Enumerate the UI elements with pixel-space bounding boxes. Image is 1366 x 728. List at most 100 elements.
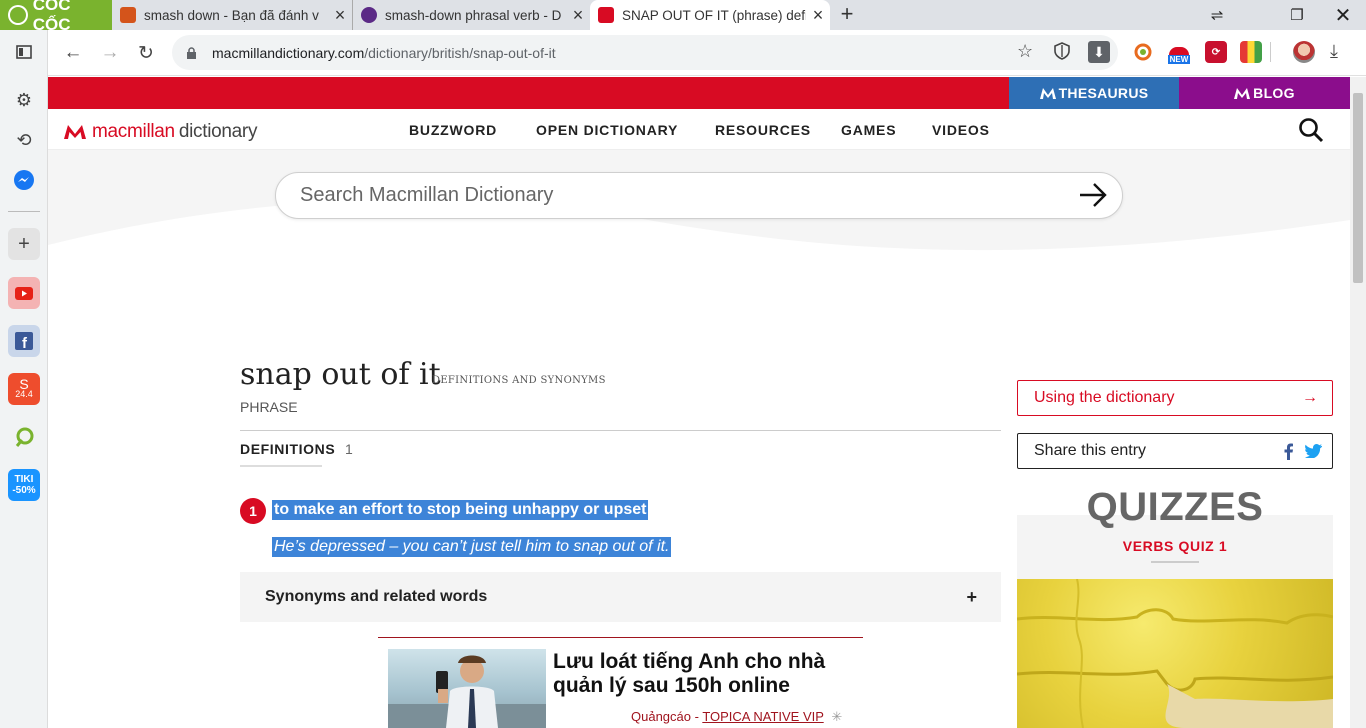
tab-title: smash-down phrasal verb - D: [385, 7, 562, 23]
tab-close-icon[interactable]: ×: [566, 5, 590, 26]
tab-definitions[interactable]: DEFINITIONS: [240, 441, 335, 457]
nav-buzzword[interactable]: BUZZWORD: [409, 122, 497, 138]
coccoc-icon[interactable]: [1132, 41, 1154, 63]
puzzle-pieces-image: [1017, 579, 1333, 728]
search-icon[interactable]: [1298, 117, 1324, 143]
nav-open-dictionary[interactable]: OPEN DICTIONARY: [536, 122, 678, 138]
url-path: /dictionary/british/snap-out-of-it: [364, 44, 556, 61]
red-ext-icon[interactable]: ⟳: [1205, 41, 1227, 63]
loading-spinner-icon: ✳: [831, 709, 843, 724]
settings-icon[interactable]: ⚙: [8, 84, 40, 116]
address-bar[interactable]: macmillandictionary.com/dictionary/briti…: [172, 35, 1118, 70]
using-dictionary-label: Using the dictionary: [1034, 389, 1175, 406]
thesaurus-label: THESAURUS: [1058, 85, 1149, 101]
nav-games[interactable]: GAMES: [841, 122, 896, 138]
quiz-title-underline: [1151, 561, 1199, 563]
blog-link[interactable]: BLOG: [1179, 77, 1350, 109]
toolbar-divider: [1270, 42, 1271, 62]
sidebar-toggle-icon[interactable]: [8, 36, 40, 68]
ad-divider: [378, 637, 863, 638]
coccoc-brand[interactable]: CỐC CỐC: [0, 0, 112, 34]
blog-label: BLOG: [1253, 85, 1295, 101]
search-submit-arrow-icon[interactable]: [1078, 181, 1108, 209]
arrow-right-icon: →: [1302, 389, 1318, 406]
expand-plus-icon[interactable]: +: [966, 587, 977, 608]
tab-favicon-icon: [120, 7, 136, 23]
nav-videos[interactable]: VIDEOS: [932, 122, 990, 138]
search-placeholder: Search Macmillan Dictionary: [300, 184, 554, 206]
using-dictionary-button[interactable]: Using the dictionary →: [1017, 380, 1333, 416]
quiz-puzzle-image[interactable]: [1017, 579, 1333, 728]
ad-source-link[interactable]: TOPICA NATIVE VIP: [702, 709, 823, 724]
thesaurus-link[interactable]: THESAURUS: [1009, 77, 1179, 109]
definitions-and-synonyms-label: DEFINITIONS AND SYNONYMS: [432, 375, 606, 386]
headword: snap out of it: [240, 357, 441, 392]
new-badge-label: NEW: [1167, 54, 1191, 64]
shopee-bag-icon: S: [19, 376, 29, 392]
scrollbar-thumb[interactable]: [1353, 93, 1363, 283]
new-badge-cap: [1169, 46, 1189, 55]
macmillan-mark-icon: [1234, 87, 1251, 99]
tab-underline: [240, 465, 322, 467]
sidebar-divider: [8, 211, 40, 212]
synonyms-accordion[interactable]: Synonyms and related words +: [240, 572, 1001, 622]
page-scrollbar[interactable]: [1350, 77, 1366, 728]
shopee-icon[interactable]: S 24.4: [8, 373, 40, 405]
macmillan-logo[interactable]: macmillan dictionary: [64, 121, 257, 143]
facebook-icon[interactable]: f: [8, 325, 40, 357]
quizzes-heading: QUIZZES: [1086, 485, 1264, 529]
tab-title: smash down - Bạn đã đánh v: [144, 7, 319, 23]
colors-ext-icon[interactable]: [1240, 41, 1262, 63]
tab-search-icon[interactable]: ⇌: [1194, 0, 1240, 30]
tiki-icon[interactable]: TIKI -50%: [8, 469, 40, 501]
sense-number-badge: 1: [240, 498, 266, 524]
definitions-count: 1: [345, 441, 353, 457]
lock-icon: [186, 46, 198, 59]
back-button[interactable]: ←: [58, 38, 88, 68]
example-sentence: He’s depressed – you can’t just tell him…: [272, 537, 672, 557]
close-window-button[interactable]: ✕: [1320, 0, 1366, 30]
coccoc-leaf-icon[interactable]: [8, 421, 40, 453]
share-entry-box: Share this entry: [1017, 433, 1333, 469]
page-download-icon[interactable]: ⬇: [1088, 41, 1110, 63]
tiki-label: TIKI -50%: [12, 474, 36, 496]
tab-title: SNAP OUT OF IT (phrase) defi: [622, 7, 806, 23]
avatar[interactable]: [1293, 41, 1315, 63]
tab-favicon-icon: [361, 7, 377, 23]
url-domain: macmillandictionary.com: [212, 44, 365, 61]
new-tab-button[interactable]: +: [836, 3, 858, 25]
ad-title[interactable]: Lưu loát tiếng Anh cho nhà quản lý sau 1…: [553, 650, 853, 698]
synonyms-label: Synonyms and related words: [265, 588, 488, 605]
web-page: THESAURUS BLOG macmillan dictionary BUZZW…: [48, 77, 1350, 728]
tab-close-icon[interactable]: ×: [806, 5, 830, 26]
definition-text: to make an effort to stop being unhappy …: [272, 500, 649, 520]
shield-icon[interactable]: [1054, 42, 1072, 62]
messenger-icon[interactable]: [8, 164, 40, 196]
new-badge-icon[interactable]: NEW: [1166, 44, 1192, 66]
reload-button[interactable]: ↻: [131, 38, 161, 68]
logo-main: macmillan: [92, 121, 175, 142]
top-red-bar: [48, 77, 1009, 109]
ad-source[interactable]: Quảngcáo - TOPICA NATIVE VIP ✳: [631, 709, 842, 725]
share-label: Share this entry: [1034, 442, 1147, 459]
download-icon[interactable]: ⤓: [1330, 41, 1350, 63]
ad-person-image: [388, 655, 546, 728]
twitter-icon[interactable]: [1305, 444, 1322, 458]
restore-window-button[interactable]: ❐: [1274, 0, 1320, 30]
facebook-icon[interactable]: [1284, 443, 1293, 460]
nav-resources[interactable]: RESOURCES: [715, 122, 811, 138]
tab-close-icon[interactable]: ×: [328, 5, 352, 26]
tab-3-active[interactable]: SNAP OUT OF IT (phrase) defi ×: [590, 0, 830, 30]
add-icon[interactable]: +: [8, 228, 40, 260]
tab-2[interactable]: smash-down phrasal verb - D ×: [352, 0, 590, 30]
search-input[interactable]: Search Macmillan Dictionary: [275, 172, 1123, 219]
history-icon[interactable]: ⟲: [8, 124, 40, 156]
tab-1[interactable]: smash down - Bạn đã đánh v ×: [112, 0, 352, 30]
bookmark-star-icon[interactable]: ☆: [1017, 41, 1037, 63]
forward-button[interactable]: →: [95, 38, 125, 68]
ad-image[interactable]: [388, 649, 546, 728]
youtube-icon[interactable]: [8, 277, 40, 309]
quiz-title-link[interactable]: VERBS QUIZ 1: [1017, 538, 1333, 554]
logo-second: dictionary: [178, 121, 258, 142]
macmillan-mark-icon: [1039, 87, 1056, 99]
